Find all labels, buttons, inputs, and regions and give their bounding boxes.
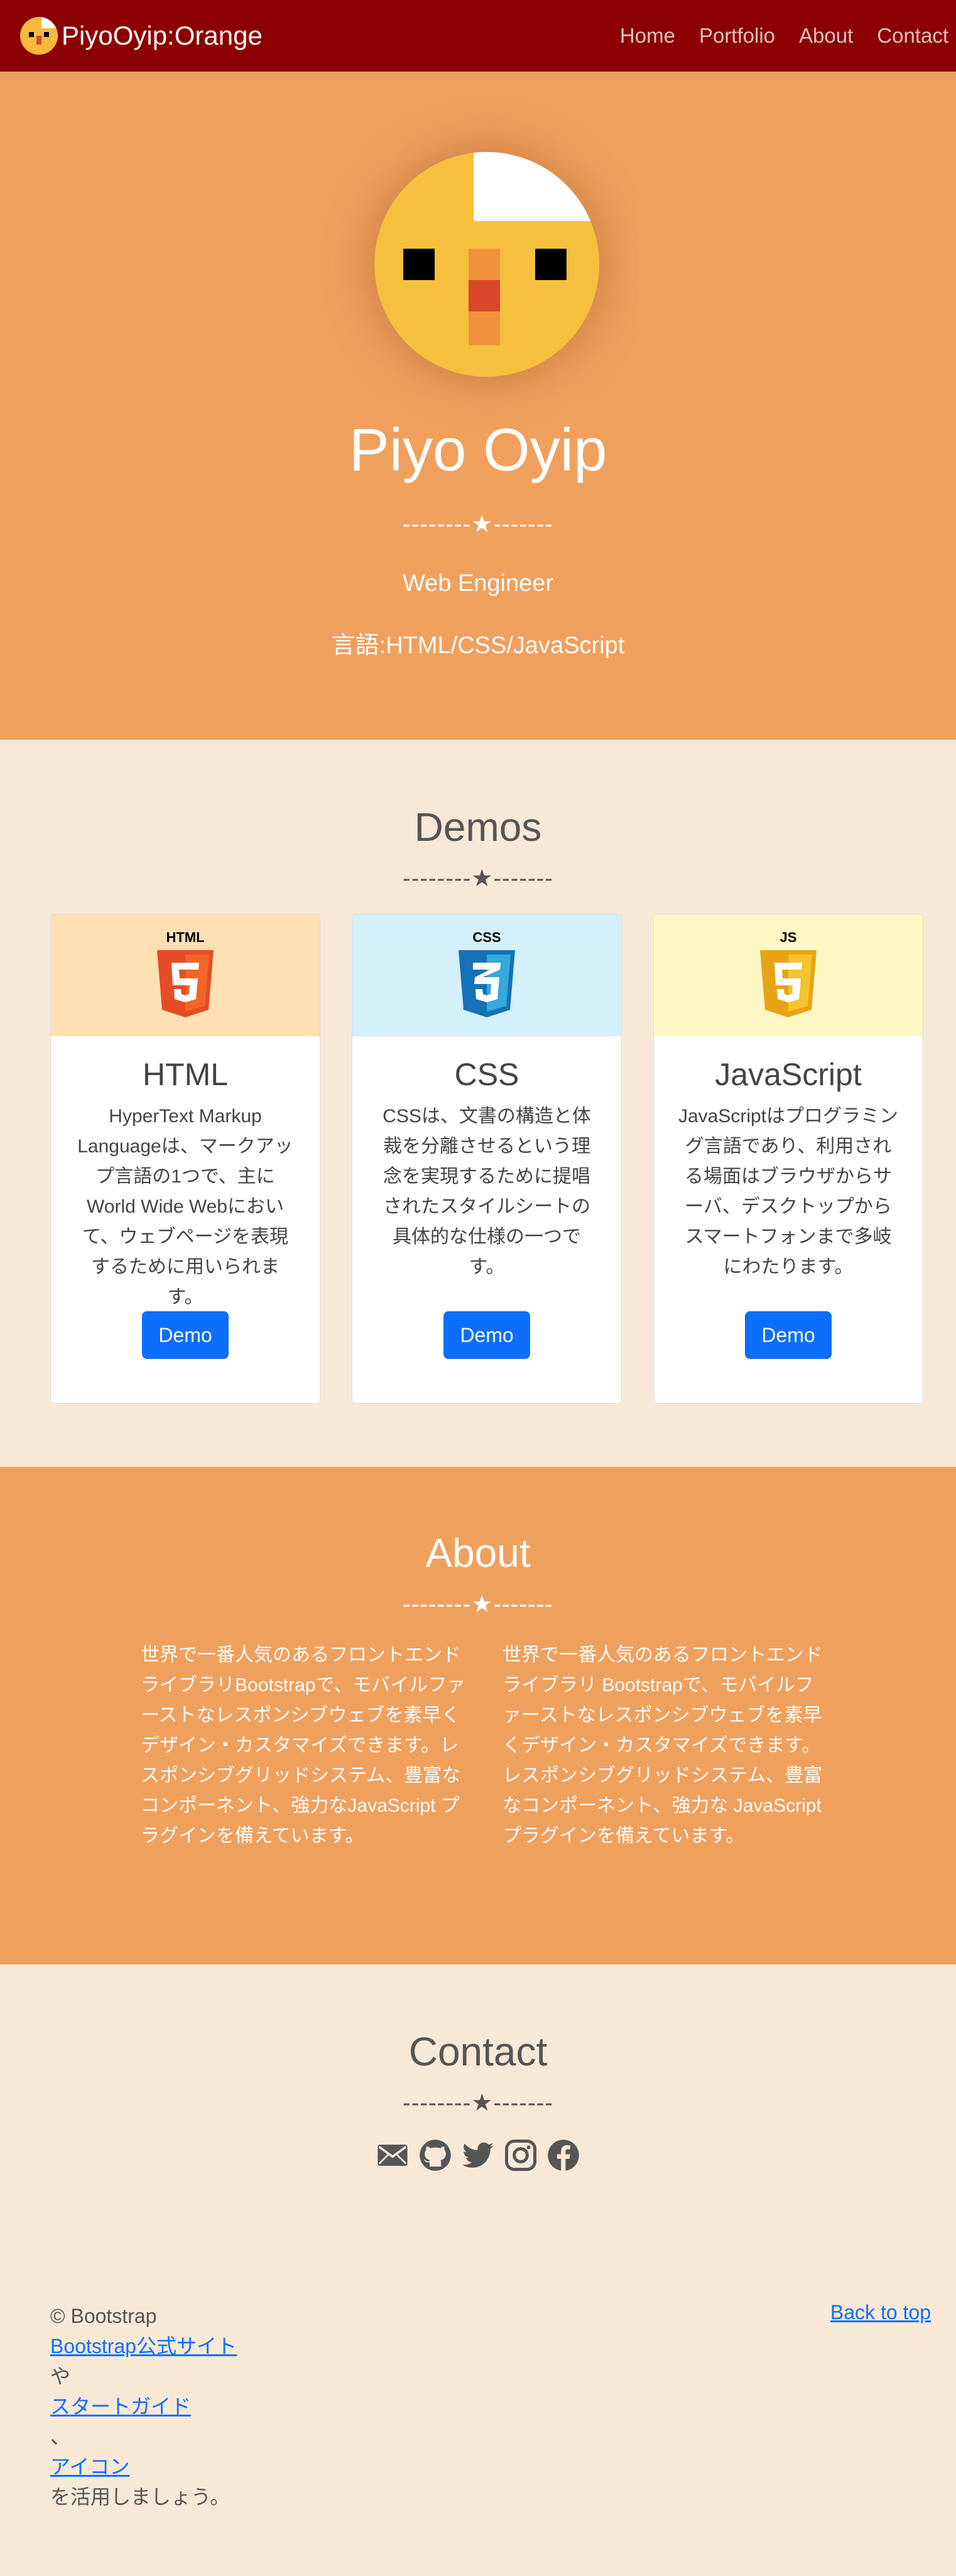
facebook-icon[interactable] bbox=[546, 2138, 580, 2175]
footer: © Bootstrap Bootstrap公式サイト や スタートガイド 、 ア… bbox=[50, 2301, 237, 2512]
demo-card-html: HTML HTML HyperText Markup Languageは、マーク… bbox=[50, 914, 320, 1404]
demo-card-css: CSS CSS CSSは、文書の構造と体裁を分離させるという理念を実現するために… bbox=[352, 914, 622, 1404]
card-title: JavaScript bbox=[715, 1057, 862, 1092]
mail-icon[interactable] bbox=[376, 2138, 410, 2175]
nav-contact[interactable]: Contact bbox=[877, 24, 948, 48]
copyright: © Bootstrap bbox=[50, 2305, 157, 2327]
footer-separator: 、 bbox=[50, 2425, 71, 2448]
icons-link[interactable]: アイコン bbox=[50, 2455, 129, 2478]
demos-divider: --------★------- bbox=[403, 865, 553, 892]
instagram-icon[interactable] bbox=[504, 2138, 538, 2175]
demos-title: Demos bbox=[414, 804, 542, 850]
svg-text:JS: JS bbox=[780, 929, 797, 945]
demo-button-javascript[interactable]: Demo bbox=[745, 1311, 832, 1359]
about-column-right: 世界で一番人気のあるフロントエンドライブラリ Bootstrapで、モバイルファ… bbox=[502, 1645, 823, 1846]
card-image: CSS bbox=[352, 914, 621, 1036]
card-text: HyperText Markup Languageは、マークアップ言語の1つで、… bbox=[77, 1106, 293, 1307]
card-title: CSS bbox=[454, 1057, 519, 1092]
svg-text:CSS: CSS bbox=[472, 929, 501, 945]
hero-section: Piyo Oyip --------★------- Web Engineer … bbox=[0, 72, 956, 740]
hero-languages: 言語:HTML/CSS/JavaScript bbox=[331, 632, 625, 659]
about-column-left: 世界で一番人気のあるフロントエンドライブラリBootstrapで、モバイルファー… bbox=[141, 1645, 466, 1846]
card-text: CSSは、文書の構造と体裁を分離させるという理念を実現するために提唱されたスタイ… bbox=[383, 1106, 591, 1277]
nav-about[interactable]: About bbox=[799, 24, 853, 48]
svg-text:HTML: HTML bbox=[166, 929, 204, 945]
navbar: PiyoOyip:Orange Home Portfolio About Con… bbox=[0, 0, 956, 72]
brand-link[interactable]: PiyoOyip:Orange bbox=[20, 17, 263, 55]
about-divider: --------★------- bbox=[403, 1591, 553, 1618]
hero-name: Piyo Oyip bbox=[349, 416, 607, 484]
nav-portfolio[interactable]: Portfolio bbox=[699, 24, 775, 48]
js-icon: JS bbox=[760, 929, 817, 1017]
demo-button-css[interactable]: Demo bbox=[443, 1311, 530, 1359]
footer-separator: や bbox=[50, 2365, 71, 2388]
card-image: JS bbox=[654, 914, 923, 1036]
nav-links: Home Portfolio About Contact bbox=[596, 0, 956, 72]
contact-icons bbox=[0, 2138, 956, 2175]
about-section: About --------★------- 世界で一番人気のあるフロントエンド… bbox=[0, 1467, 956, 1964]
chick-avatar-image bbox=[374, 152, 599, 377]
twitter-icon[interactable] bbox=[461, 2138, 495, 2175]
github-icon[interactable] bbox=[418, 2138, 452, 2175]
back-to-top-link[interactable]: Back to top bbox=[830, 2301, 931, 2324]
footer-tail-text: を活用しましょう。 bbox=[50, 2486, 231, 2508]
contact-divider: --------★------- bbox=[403, 2090, 553, 2116]
start-guide-link[interactable]: スタートガイド bbox=[50, 2395, 191, 2418]
demo-button-html[interactable]: Demo bbox=[142, 1311, 229, 1359]
about-title: About bbox=[425, 1530, 531, 1576]
hero-role: Web Engineer bbox=[402, 570, 554, 597]
bootstrap-site-link[interactable]: Bootstrap公式サイト bbox=[50, 2335, 237, 2357]
nav-home[interactable]: Home bbox=[620, 24, 675, 48]
contact-title: Contact bbox=[408, 2029, 548, 2074]
card-text: JavaScriptはプログラミング言語であり、利用される場面はブラウザからサー… bbox=[678, 1106, 899, 1277]
chick-logo-icon bbox=[20, 17, 58, 55]
brand-name: PiyoOyip:Orange bbox=[62, 21, 263, 50]
card-image: HTML bbox=[51, 914, 320, 1036]
html5-icon: HTML bbox=[157, 929, 214, 1017]
hero-divider: --------★------- bbox=[403, 511, 553, 538]
css3-icon: CSS bbox=[459, 929, 515, 1017]
card-title: HTML bbox=[142, 1057, 229, 1092]
demo-card-javascript: JS JavaScript JavaScriptはプログラミング言語であり、利用… bbox=[653, 914, 923, 1404]
